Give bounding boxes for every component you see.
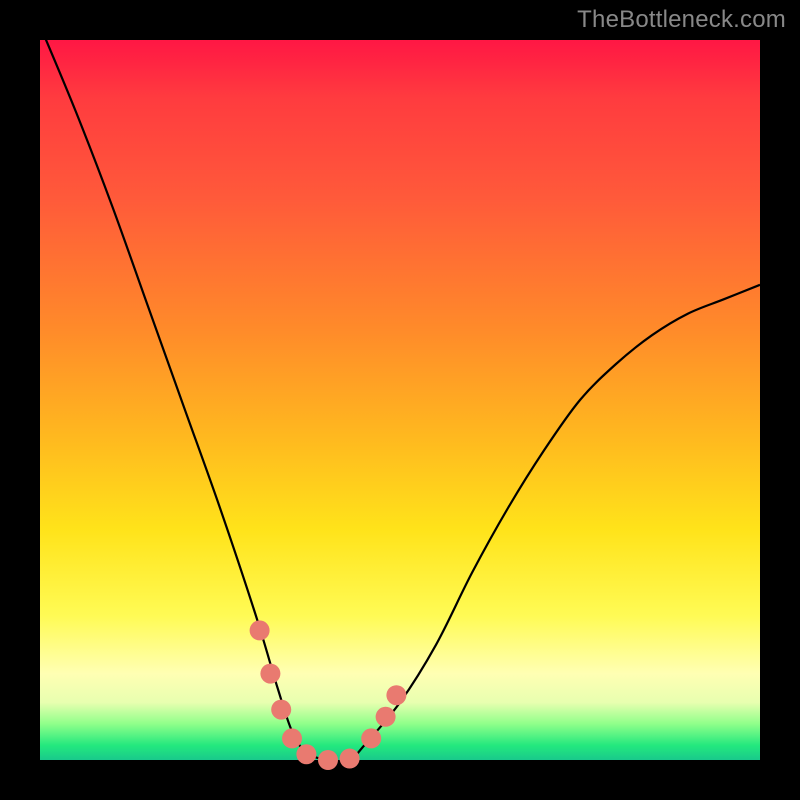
curve-marker [376,707,396,727]
bottleneck-curve-svg [40,40,760,760]
curve-marker [282,728,302,748]
curve-marker [361,728,381,748]
curve-marker [386,685,406,705]
curve-marker [296,744,316,764]
plot-area [40,40,760,760]
bottleneck-curve-line [40,26,760,762]
curve-marker [318,750,338,770]
curve-marker [260,664,280,684]
watermark-text: TheBottleneck.com [577,6,786,34]
curve-marker [271,700,291,720]
chart-frame: TheBottleneck.com [0,0,800,800]
curve-marker [250,620,270,640]
curve-marker [340,749,360,769]
curve-markers [250,620,407,770]
